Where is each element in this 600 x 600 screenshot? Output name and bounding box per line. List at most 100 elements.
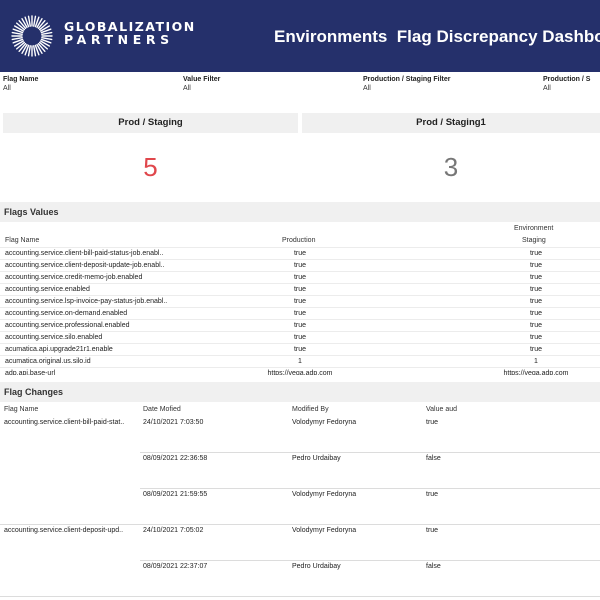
flag-name-cell: accounting.service.on-demand.enabled: [5, 310, 128, 317]
filter-value[interactable]: All: [543, 85, 590, 92]
filter-label: Flag Name: [3, 76, 39, 83]
logo-ray: [11, 37, 23, 41]
flag-name-cell: accounting.service.client-bill-paid-stat…: [5, 250, 164, 257]
group-divider: [0, 596, 600, 597]
staging-value-cell: true: [529, 298, 543, 305]
table-row[interactable]: accounting.service.lsp-invoice-pay-statu…: [0, 295, 600, 307]
table-row[interactable]: accounting.service.professional.enabled t…: [0, 319, 600, 331]
change-date-cell: 08/09/2021 22:37:07: [143, 563, 208, 570]
staging-value-cell: true: [529, 334, 543, 341]
table-row[interactable]: accounting.service.on-demand.enabled true…: [0, 307, 600, 319]
change-date-cell: 08/09/2021 22:36:58: [143, 455, 208, 462]
value-cell: true: [426, 527, 439, 534]
column-header-value[interactable]: Value aud: [426, 406, 457, 413]
flag-name-cell: adp.api.base-url: [5, 370, 56, 375]
value-cell: true: [426, 419, 439, 426]
column-header-flag-name[interactable]: Flag Name: [5, 237, 39, 244]
table-row[interactable]: adp.api.base-url https://vega.adp.com http…: [0, 367, 600, 375]
filter-value[interactable]: All: [183, 85, 220, 92]
value-cell: false: [426, 455, 441, 462]
row-divider: [140, 488, 600, 489]
flags-values-title: Flags Values: [0, 202, 600, 222]
production-value-cell: true: [293, 346, 307, 353]
table-row[interactable]: accounting.service.silo.enabled true true: [0, 331, 600, 343]
globalization-partners-logo-icon: [11, 15, 53, 57]
flags-values-table: Environment Flag Name Production Staging…: [0, 222, 600, 375]
column-header-modified-by[interactable]: Modified By: [292, 406, 329, 413]
flag-name-cell: acumatica.original.us.silo.id: [5, 358, 91, 365]
staging-value-cell: https://vega.adp.com: [503, 370, 569, 375]
production-value-cell: true: [293, 250, 307, 257]
staging-value-cell: true: [529, 286, 543, 293]
staging-value-cell: true: [529, 262, 543, 269]
flag-change-group-name[interactable]: accounting.service.client-bill-paid-stat…: [4, 419, 124, 426]
modified-by-cell: Pedro Urdaibay: [292, 455, 341, 462]
production-value-cell: true: [293, 274, 307, 281]
change-date-cell: 24/10/2021 7:05:02: [143, 527, 204, 534]
production-value-cell: 1: [298, 358, 302, 365]
production-staging-filter[interactable]: Production / Staging Filter All: [363, 76, 451, 92]
flag-name-cell: accounting.service.credit-memo-job.enabl…: [5, 274, 143, 281]
staging-value-cell: true: [529, 346, 543, 353]
kpi-title-prod-staging: Prod / Staging: [3, 113, 298, 133]
flag-name-filter[interactable]: Flag Name All: [3, 76, 38, 92]
table-row[interactable]: accounting.service.client-deposit-update…: [0, 259, 600, 271]
staging-value-cell: 1: [534, 358, 538, 365]
flag-name-cell: accounting.service.silo.enabled: [5, 334, 103, 341]
production-value-cell: true: [293, 262, 307, 269]
filter-label: Production / Staging Filter: [363, 76, 451, 83]
logo-ray: [11, 31, 23, 35]
environment-group-header: Environment: [514, 225, 554, 232]
filter-label: Production / S: [543, 76, 591, 83]
table-row[interactable]: accounting.service.client-bill-paid-stat…: [0, 247, 600, 259]
change-date-cell: 24/10/2021 7:03:50: [143, 419, 204, 426]
production-value-cell: https://vega.adp.com: [267, 370, 333, 375]
filter-label: Value Filter: [183, 76, 221, 83]
kpi-title-prod-staging1: Prod / Staging1: [302, 113, 600, 133]
modified-by-cell: Pedro Urdaibay: [292, 563, 341, 570]
table-row[interactable]: accounting.service.enabled true true: [0, 283, 600, 295]
flag-changes-table: Flag Name Date Mofied Modified By Value …: [0, 402, 600, 600]
dashboard-header: GLOBALIZATION PARTNERS Environments Flag…: [0, 0, 600, 72]
logo-ray: [41, 37, 53, 41]
company-logo-text: GLOBALIZATION PARTNERS: [64, 20, 196, 46]
staging-value-cell: true: [529, 310, 543, 317]
production-value-cell: true: [293, 286, 307, 293]
flag-name-cell: accounting.service.client-deposit-update…: [5, 262, 165, 269]
logo-ray: [33, 15, 37, 27]
change-date-cell: 08/09/2021 21:59:55: [143, 491, 208, 498]
filter-value[interactable]: All: [363, 85, 451, 92]
logo-ray: [33, 45, 37, 57]
table-row[interactable]: acumatica.original.us.silo.id 1 1: [0, 355, 600, 367]
page-title: Environments Flag Discrepancy Dashbo: [274, 27, 600, 46]
production-value-cell: true: [293, 322, 307, 329]
row-divider: [140, 452, 600, 453]
table-row[interactable]: accounting.service.credit-memo-job.enabl…: [0, 271, 600, 283]
kpi-value-prod-staging: 5: [143, 152, 158, 182]
filter-bar: Flag Name All Value Filter All Productio…: [0, 72, 600, 104]
modified-by-cell: Volodymyr Fedoryna: [292, 527, 357, 534]
logo-ray: [41, 31, 53, 35]
column-header-flag-name[interactable]: Flag Name: [4, 406, 38, 413]
production-staging-filter-2[interactable]: Production / S All: [543, 76, 590, 92]
flag-change-group-name[interactable]: accounting.service.client-deposit-upd..: [4, 527, 123, 534]
flag-name-cell: accounting.service.lsp-invoice-pay-statu…: [5, 298, 168, 305]
production-value-cell: true: [293, 298, 307, 305]
table-row[interactable]: acumatica.api.upgrade21r1.enable true true: [0, 343, 600, 355]
flag-name-cell: accounting.service.enabled: [5, 286, 90, 293]
logo-line-2: PARTNERS: [64, 32, 174, 47]
value-filter[interactable]: Value Filter All: [183, 76, 220, 92]
production-value-cell: true: [293, 310, 307, 317]
staging-value-cell: true: [529, 322, 543, 329]
modified-by-cell: Volodymyr Fedoryna: [292, 491, 357, 498]
value-cell: false: [426, 563, 441, 570]
column-header-date-modified[interactable]: Date Mofied: [143, 406, 181, 413]
filter-value[interactable]: All: [3, 85, 38, 92]
flag-name-cell: acumatica.api.upgrade21r1.enable: [5, 346, 113, 353]
logo-ray: [27, 45, 31, 57]
production-value-cell: true: [293, 334, 307, 341]
column-header-staging[interactable]: Staging: [522, 237, 546, 244]
column-header-production[interactable]: Production: [282, 237, 315, 244]
group-divider: [0, 524, 600, 525]
staging-value-cell: true: [529, 250, 543, 257]
